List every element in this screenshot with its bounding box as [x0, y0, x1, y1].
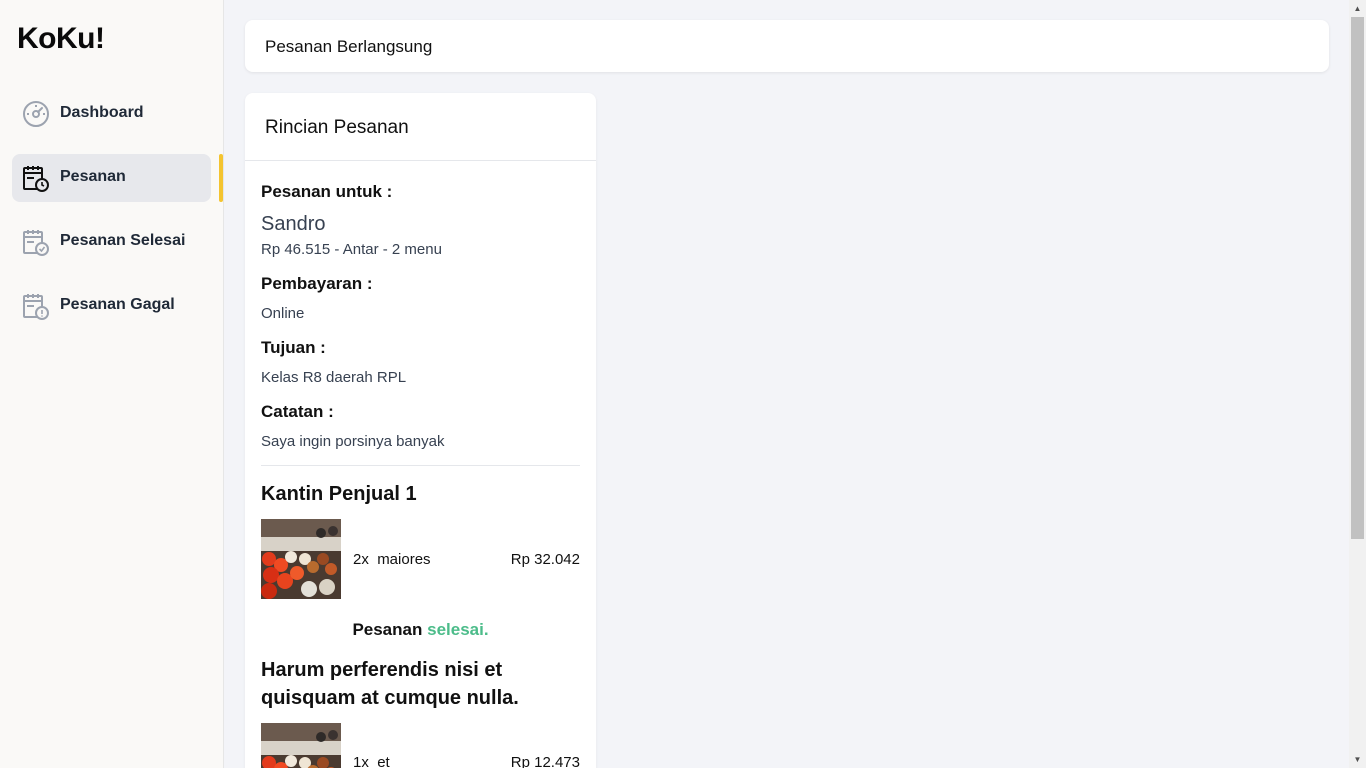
page-title: Pesanan Berlangsung: [265, 37, 433, 56]
status-word: selesai.: [427, 620, 489, 639]
menu-item-image: [261, 723, 341, 768]
destination-label: Tujuan :: [261, 338, 326, 357]
seller-name: Harum perferendis nisi et quisquam at cu…: [261, 659, 519, 709]
order-calendar-check-icon: [23, 230, 49, 256]
active-nav-indicator: [219, 154, 223, 202]
destination-value: Kelas R8 daerah RPL: [261, 369, 407, 386]
sidebar: KoKu! Dashboard Pesanan Pesanan Selesai …: [0, 0, 224, 768]
customer-label: Pesanan untuk :: [261, 182, 393, 201]
status-prefix: Pesanan: [352, 620, 423, 639]
sidebar-item-pesanan-selesai[interactable]: Pesanan Selesai: [12, 218, 211, 266]
seller-name: Kantin Penjual 1: [261, 483, 417, 505]
payment-label: Pembayaran :: [261, 274, 373, 293]
customer-name: Sandro: [261, 213, 326, 235]
payment-value: Online: [261, 305, 305, 322]
sidebar-item-pesanan-gagal[interactable]: Pesanan Gagal: [12, 282, 211, 330]
menu-item-qty-name: 2x maiores: [353, 551, 431, 568]
brand-logo: KoKu!: [17, 22, 105, 55]
divider: [261, 465, 580, 466]
card-header: Rincian Pesanan: [245, 93, 596, 161]
menu-item-name: maiores: [377, 551, 431, 568]
order-status: Pesanan selesai.: [245, 620, 596, 640]
order-detail-card: Rincian Pesanan Pesanan untuk : Sandro R…: [245, 93, 596, 768]
menu-item-name: et: [377, 754, 390, 768]
card-title: Rincian Pesanan: [265, 117, 409, 138]
menu-item-qty: 2x: [353, 551, 369, 568]
order-summary: Rp 46.515 - Antar - 2 menu: [261, 241, 442, 258]
scroll-down-arrow-icon[interactable]: ▼: [1349, 751, 1366, 768]
sidebar-item-pesanan[interactable]: Pesanan: [12, 154, 211, 202]
menu-item-price: Rp 32.042: [510, 551, 580, 568]
sidebar-item-label: Pesanan Gagal: [60, 296, 175, 313]
scroll-up-arrow-icon[interactable]: ▲: [1349, 0, 1366, 17]
menu-item-qty-name: 1x et: [353, 754, 390, 768]
note-label: Catatan :: [261, 402, 334, 421]
menu-item-qty: 1x: [353, 754, 369, 768]
order-calendar-alert-icon: [23, 294, 49, 320]
sidebar-item-label: Pesanan: [60, 168, 126, 185]
note-value: Saya ingin porsinya banyak: [261, 433, 445, 450]
dashboard-gauge-icon: [23, 101, 49, 127]
scrollbar-thumb[interactable]: [1351, 17, 1364, 539]
page-header: Pesanan Berlangsung: [245, 20, 1329, 72]
sidebar-item-label: Dashboard: [60, 104, 144, 121]
sidebar-item-dashboard[interactable]: Dashboard: [12, 90, 211, 138]
sidebar-item-label: Pesanan Selesai: [60, 232, 186, 249]
app-root: KoKu! Dashboard Pesanan Pesanan Selesai …: [0, 0, 1366, 768]
menu-item-image: [261, 519, 341, 599]
order-calendar-clock-icon: [23, 166, 49, 192]
menu-item-price: Rp 12.473: [510, 754, 580, 768]
